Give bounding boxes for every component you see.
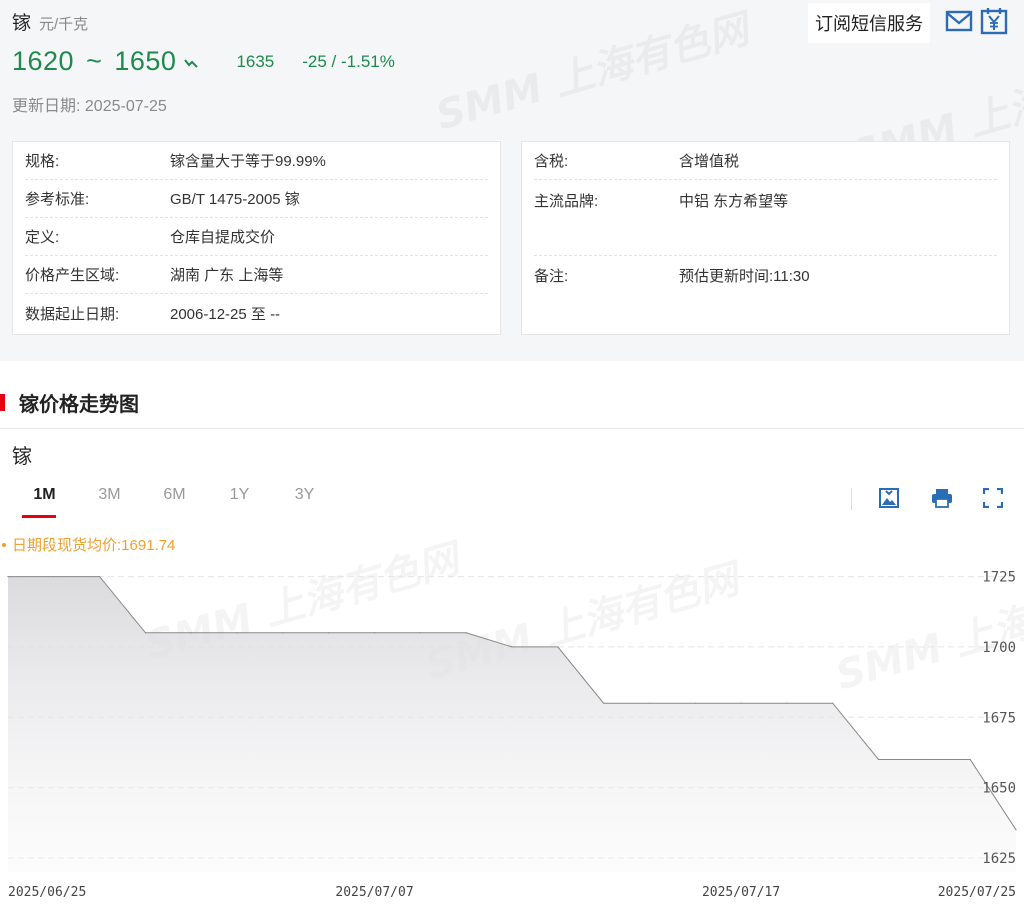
title-row: 镓 元/千克 bbox=[12, 8, 88, 35]
y-tick-label: 1650 bbox=[982, 781, 1016, 797]
data-point bbox=[419, 632, 421, 634]
data-point bbox=[648, 702, 651, 704]
spec-value: 仓库自提成交价 bbox=[170, 229, 276, 246]
data-point bbox=[603, 702, 605, 704]
spec-value: 预估更新时间:11:30 bbox=[679, 267, 810, 285]
section-title: 镓价格走势图 bbox=[0, 388, 139, 417]
toolbar-divider bbox=[851, 488, 852, 510]
spec-key: 价格产生区域: bbox=[25, 267, 120, 284]
chart-name: 镓 bbox=[12, 446, 32, 468]
spec-key: 数据起止日期: bbox=[25, 305, 120, 323]
y-tick-label: 1700 bbox=[982, 640, 1016, 656]
metal-name: 镓 bbox=[12, 13, 32, 34]
data-point bbox=[190, 632, 192, 634]
data-point bbox=[557, 646, 559, 648]
mail-icon[interactable] bbox=[944, 6, 974, 36]
spec-row: 价格产生区域: 湖南 广东 上海等 bbox=[25, 256, 488, 294]
spec-row: 规格: 镓含量大于等于99.99% bbox=[25, 142, 488, 180]
data-point bbox=[923, 758, 925, 761]
data-point bbox=[328, 632, 330, 634]
tab-3y[interactable]: 3Y bbox=[272, 486, 337, 518]
update-date: 2025-07-25 bbox=[84, 98, 167, 115]
x-tick-label: 2025/06/25 bbox=[8, 885, 86, 900]
data-point bbox=[236, 632, 238, 634]
spec-row: 主流品牌: 中铝 东方希望等 bbox=[534, 180, 997, 256]
data-point bbox=[832, 702, 834, 704]
spec-key: 定义: bbox=[25, 229, 60, 246]
data-point bbox=[969, 758, 971, 761]
data-point bbox=[740, 702, 742, 704]
data-point bbox=[877, 758, 880, 761]
subscribe-sms-button[interactable]: 订阅短信服务 bbox=[808, 3, 930, 43]
price-summary-panel: SMM 上海有色网 SMM 上海有色网 镓 元/千克 1620 ~ 1650 1… bbox=[0, 0, 1024, 361]
section-title-text: 镓价格走势图 bbox=[19, 394, 139, 416]
tab-6m[interactable]: 6M bbox=[142, 486, 207, 518]
spec-key: 备注: bbox=[534, 267, 569, 285]
spec-key: 含税: bbox=[534, 153, 569, 170]
price-unit: 元/千克 bbox=[39, 16, 89, 33]
tab-1m[interactable]: 1M bbox=[12, 486, 77, 518]
down-trend-icon bbox=[184, 56, 199, 71]
watermark: SMM 上海有色网 bbox=[428, 0, 754, 141]
chart-area-fill bbox=[8, 576, 1016, 872]
price-change: -25 / -1.51% bbox=[302, 51, 395, 71]
tab-3m[interactable]: 3M bbox=[77, 486, 142, 518]
price-low: 1620 bbox=[12, 46, 75, 76]
price-trend-chart: 1625 1650 1675 1700 1725 2025/06/25 2025/07/0… bbox=[7, 570, 1017, 900]
section-divider bbox=[0, 428, 1024, 429]
y-tick-label: 1675 bbox=[982, 710, 1016, 726]
update-label: 更新日期: bbox=[12, 98, 81, 115]
price-high: 1650 bbox=[114, 46, 177, 76]
print-icon[interactable] bbox=[930, 486, 954, 510]
spec-key: 规格: bbox=[25, 153, 60, 170]
x-tick-label: 2025/07/07 bbox=[335, 885, 413, 900]
price-separator: ~ bbox=[86, 46, 103, 76]
section-accent-bar bbox=[0, 394, 5, 411]
data-point bbox=[144, 632, 147, 634]
data-point bbox=[53, 575, 55, 578]
yuan-calendar-icon[interactable] bbox=[979, 6, 1009, 36]
spec-row: 数据起止日期: 2006-12-25 至 -- bbox=[25, 294, 488, 332]
spec-table-left: 规格: 镓含量大于等于99.99% 参考标准: GB/T 1475-2005 镓 定… bbox=[12, 141, 501, 335]
spec-key: 主流品牌: bbox=[534, 193, 599, 210]
fullscreen-icon[interactable] bbox=[981, 486, 1005, 510]
spec-row: 参考标准: GB/T 1475-2005 镓 bbox=[25, 180, 488, 218]
average-price: 1635 bbox=[236, 51, 275, 71]
data-point bbox=[7, 575, 9, 578]
spec-row: 定义: 仓库自提成交价 bbox=[25, 218, 488, 256]
data-point bbox=[99, 575, 101, 578]
spec-value: 2006-12-25 至 -- bbox=[170, 305, 281, 323]
tab-1y[interactable]: 1Y bbox=[207, 486, 272, 518]
update-date-row: 更新日期: 2025-07-25 bbox=[12, 92, 167, 116]
spec-value: 镓含量大于等于99.99% bbox=[170, 153, 326, 170]
price-row: 1620 ~ 1650 1635 -25 / -1.51% bbox=[12, 46, 395, 77]
data-point bbox=[373, 632, 376, 634]
download-image-icon[interactable] bbox=[877, 486, 901, 510]
spec-value: 中铝 东方希望等 bbox=[679, 193, 789, 210]
spec-value: 湖南 广东 上海等 bbox=[170, 267, 284, 284]
data-point bbox=[1015, 829, 1017, 831]
data-point bbox=[694, 702, 696, 704]
x-tick-label: 2025/07/17 bbox=[702, 885, 780, 900]
spec-value: GB/T 1475-2005 镓 bbox=[170, 191, 300, 208]
spec-row: 备注: 预估更新时间:11:30 bbox=[534, 256, 997, 294]
spec-row: 含税: 含增值税 bbox=[534, 142, 997, 180]
data-point bbox=[511, 646, 513, 648]
y-tick-label: 1625 bbox=[982, 851, 1016, 867]
spec-key: 参考标准: bbox=[25, 191, 90, 208]
spec-value: 含增值税 bbox=[679, 153, 740, 170]
data-point bbox=[465, 632, 467, 634]
data-point bbox=[282, 632, 284, 634]
data-point bbox=[786, 702, 788, 704]
range-tabs: 1M 3M 6M 1Y 3Y bbox=[12, 486, 337, 518]
x-tick-label: 2025/07/25 bbox=[938, 885, 1016, 900]
y-tick-label: 1725 bbox=[982, 570, 1016, 586]
spec-table-right: 含税: 含增值税 主流品牌: 中铝 东方希望等 备注: 预估更新时间:11:30 bbox=[521, 141, 1010, 335]
